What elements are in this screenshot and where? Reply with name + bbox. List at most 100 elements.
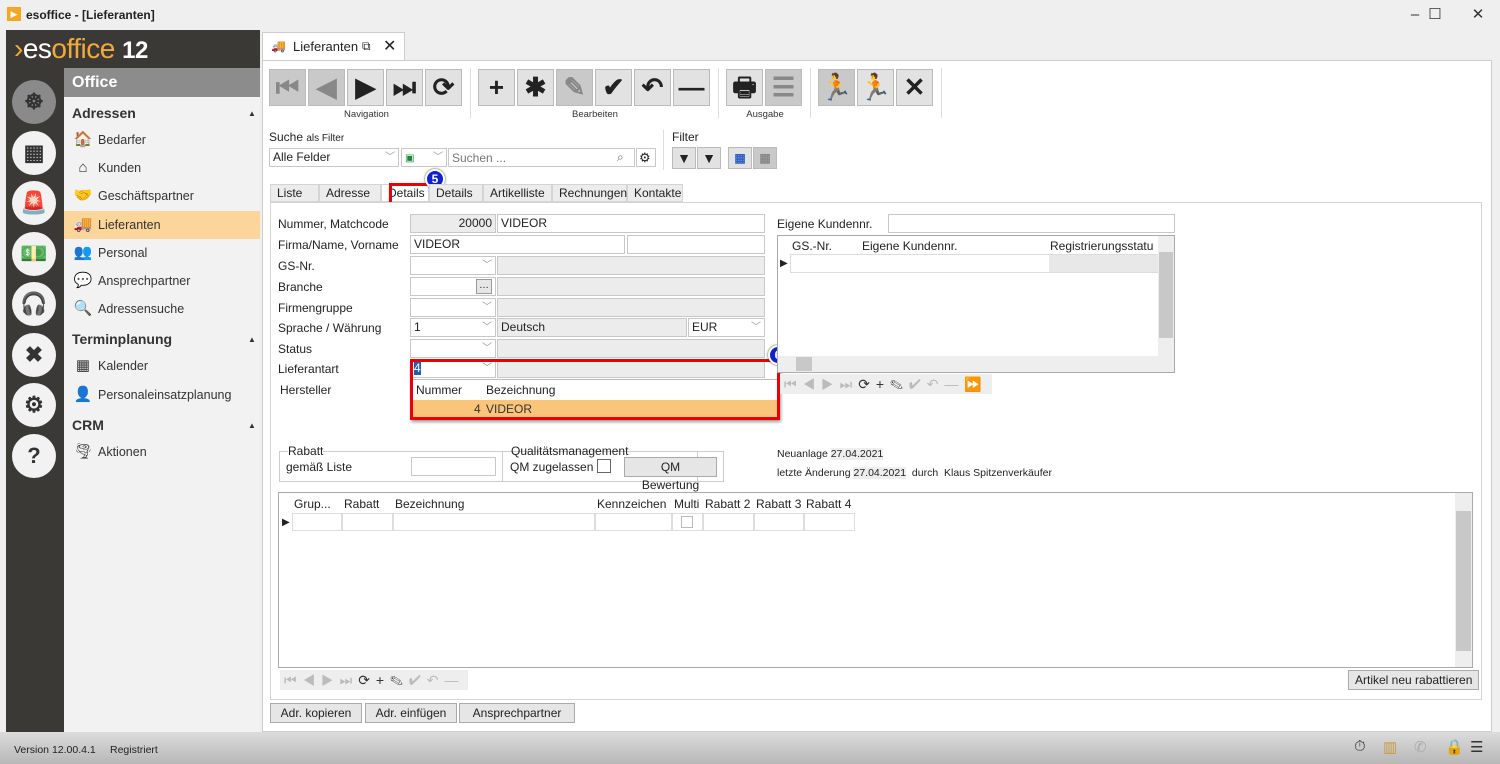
tab-artikelliste[interactable]: Artikelliste xyxy=(483,184,552,202)
column-header[interactable]: Rabatt 3 xyxy=(756,497,801,511)
exit-soft-button[interactable]: 🏃 xyxy=(818,69,855,106)
adr-kopieren-button[interactable]: Adr. kopieren xyxy=(270,703,362,723)
qm-bewertung-button[interactable]: QM Bewertung xyxy=(624,457,717,492)
table-cell[interactable] xyxy=(672,513,703,531)
sprache-select[interactable]: 1 ﹀ xyxy=(410,318,496,337)
sidebar-item-bedarfer[interactable]: 🏠 Bedarfer xyxy=(64,126,260,154)
filter-active-button[interactable]: ▼ xyxy=(697,147,721,169)
table-cell[interactable] xyxy=(703,513,754,531)
sidebar-item-personaleinsatzplanung[interactable]: 👤 Personaleinsatzplanung xyxy=(64,381,260,409)
firma-field[interactable]: VIDEOR xyxy=(410,235,625,254)
waehrung-select[interactable]: EUR ﹀ xyxy=(688,318,765,337)
table-cell[interactable] xyxy=(595,513,672,531)
ellipsis-button[interactable]: … xyxy=(476,279,492,294)
database-icon[interactable]: ☰ xyxy=(1470,738,1483,756)
table-cell[interactable] xyxy=(804,513,855,531)
help-icon[interactable]: ? xyxy=(12,433,56,478)
qm-zugelassen-checkbox[interactable] xyxy=(597,459,611,473)
tab-liste[interactable]: Liste xyxy=(270,184,319,202)
money-icon[interactable]: 💵 xyxy=(12,231,56,276)
close-window-button[interactable]: ✕ xyxy=(1458,4,1498,26)
filter-button[interactable]: ▼ xyxy=(672,147,696,169)
table-cell[interactable] xyxy=(342,513,393,531)
add-button[interactable]: + xyxy=(478,69,515,106)
gs-nr-select[interactable]: ﹀ xyxy=(410,256,496,275)
search-input[interactable] xyxy=(448,148,635,167)
branche-field[interactable]: … xyxy=(410,277,496,296)
ansprechpartner-button[interactable]: Ansprechpartner xyxy=(459,703,575,723)
save-button[interactable]: ✔ xyxy=(595,69,632,106)
print-button[interactable]: 🖶 xyxy=(726,69,763,106)
sidebar-item-geschäftspartner[interactable]: 🤝 Geschäftspartner xyxy=(64,182,260,210)
matchcode-field[interactable]: VIDEOR xyxy=(497,214,765,233)
previous-button[interactable]: ◀ xyxy=(308,69,345,106)
nav-section-terminplanung[interactable]: Terminplanung ▲ xyxy=(72,331,256,347)
grid-plan-icon[interactable]: ▦ xyxy=(12,130,56,175)
delete-button[interactable]: — xyxy=(673,69,710,106)
vertical-scrollbar[interactable] xyxy=(1158,236,1174,372)
column-header[interactable]: Rabatt 2 xyxy=(705,497,750,511)
collapse-caret-icon[interactable]: ▲ xyxy=(248,109,256,118)
last-button[interactable]: ⏭ xyxy=(386,69,423,106)
column-header[interactable]: Eigene Kundennr. xyxy=(862,239,957,253)
tab-kontakte[interactable]: Kontakte xyxy=(627,184,683,202)
tab-details-ii[interactable]: Details II xyxy=(429,184,483,216)
lock-icon[interactable]: 🔒 xyxy=(1445,738,1464,756)
tools-icon[interactable]: ✖ xyxy=(12,332,56,377)
column-header[interactable]: GS.-Nr. xyxy=(792,239,832,253)
document-tab-lieferanten[interactable]: 🚚 Lieferanten ⧉ ✕ xyxy=(262,32,405,60)
nav-section-adressen[interactable]: Adressen ▲ xyxy=(72,105,256,121)
sidebar-item-aktionen[interactable]: 🌪 Aktionen xyxy=(64,438,260,466)
first-button[interactable]: ⏮ xyxy=(269,69,306,106)
undo-button[interactable]: ↶ xyxy=(634,69,671,106)
refresh-button[interactable]: ⟳ xyxy=(425,69,462,106)
table-cell[interactable] xyxy=(754,513,804,531)
vorname-field[interactable] xyxy=(627,235,765,254)
collapse-caret-icon[interactable]: ▲ xyxy=(248,335,256,344)
table-cell[interactable] xyxy=(393,513,595,531)
gs-grid-navigator[interactable]: ⏮◀▶⏭⟳+✎✔↶—⏩ xyxy=(780,374,992,394)
sidebar-item-personal[interactable]: 👥 Personal xyxy=(64,239,260,267)
sidebar-item-kalender[interactable]: ▦ Kalender xyxy=(64,352,260,380)
table-cell[interactable] xyxy=(292,513,342,531)
artikel-neu-rabattieren-button[interactable]: Artikel neu rabattieren xyxy=(1348,670,1480,690)
tab-rechnungen[interactable]: Rechnungen xyxy=(552,184,627,202)
edit-button[interactable]: ✎ xyxy=(556,69,593,106)
export-button[interactable]: ☰ xyxy=(765,69,802,106)
search-settings-button[interactable]: ⚙ xyxy=(636,148,656,167)
adr-einfuegen-button[interactable]: Adr. einfügen xyxy=(365,703,457,723)
phone-icon[interactable]: ✆ xyxy=(1414,738,1427,756)
nummer-field[interactable]: 20000 xyxy=(410,214,496,233)
horizontal-scrollbar[interactable] xyxy=(778,356,1158,372)
sidebar-item-ansprechpartner[interactable]: 💬 Ansprechpartner xyxy=(64,267,260,295)
close-tab-icon[interactable]: ✕ xyxy=(383,36,396,56)
column-header[interactable]: Multi xyxy=(674,497,699,511)
tab-adresse[interactable]: Adresse xyxy=(319,184,381,202)
exit-button[interactable]: 🏃 xyxy=(857,69,894,106)
stopwatch-icon[interactable]: ⏱ xyxy=(1354,738,1366,755)
alarm-light-icon[interactable]: 🚨 xyxy=(12,181,56,225)
rabatt-field[interactable] xyxy=(411,457,496,476)
table-row[interactable] xyxy=(790,254,1159,273)
building-icon[interactable]: ▥ xyxy=(1383,738,1397,756)
column-header[interactable]: Kennzeichen xyxy=(597,497,666,511)
sidebar-item-lieferanten[interactable]: 🚚 Lieferanten xyxy=(64,210,260,239)
close-button[interactable]: ✕ xyxy=(896,69,933,106)
multi-checkbox[interactable] xyxy=(681,516,693,528)
headset-icon[interactable]: 🎧 xyxy=(12,282,56,326)
column-header[interactable]: Bezeichnung xyxy=(395,497,464,511)
search-field-select[interactable]: Alle Felder ﹀ xyxy=(269,148,399,167)
sidebar-item-kunden[interactable]: ⌂ Kunden xyxy=(64,154,260,182)
gears-icon[interactable]: ⚙ xyxy=(12,383,56,427)
maximize-button[interactable]: ☐ xyxy=(1415,4,1455,26)
popout-icon[interactable]: ⧉ xyxy=(362,39,371,54)
ship-wheel-icon[interactable]: ☸ xyxy=(12,80,56,124)
firmengruppe-select[interactable]: ﹀ xyxy=(410,298,496,317)
nav-section-crm[interactable]: CRM ▲ xyxy=(72,417,256,433)
filter-copy-button[interactable]: ▦ xyxy=(753,147,777,169)
column-header[interactable]: Grup... xyxy=(294,497,331,511)
search-mode-select[interactable]: ▣ ﹀ xyxy=(401,148,447,167)
vertical-scrollbar[interactable] xyxy=(1455,493,1472,667)
filter-grid-button[interactable]: ▦ xyxy=(728,147,752,169)
eigene-kundennr-field[interactable] xyxy=(888,214,1175,233)
